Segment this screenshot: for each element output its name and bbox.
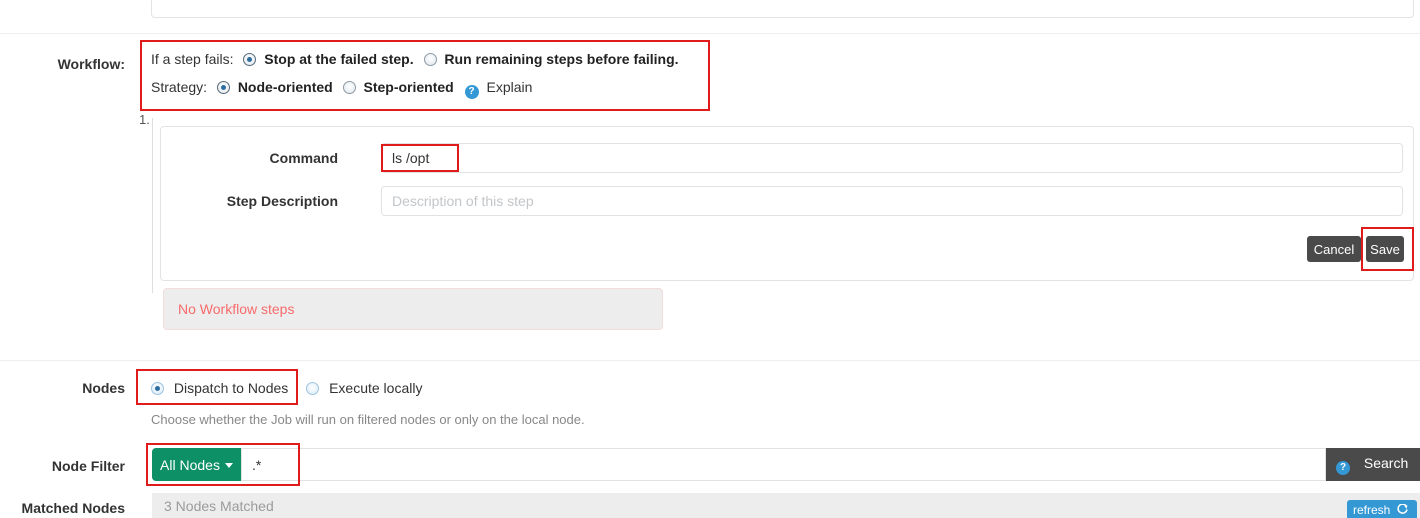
refresh-icon bbox=[1397, 503, 1408, 514]
no-workflow-steps-alert: No Workflow steps bbox=[163, 288, 663, 330]
save-button[interactable]: Save bbox=[1366, 236, 1404, 262]
if-step-fails-row: If a step fails: Stop at the failed step… bbox=[151, 49, 679, 69]
section-divider-nodes bbox=[0, 360, 1420, 361]
command-label: Command bbox=[269, 150, 338, 166]
node-filter-label: Node Filter bbox=[51, 458, 125, 474]
option-run-remaining-steps-label[interactable]: Run remaining steps before failing. bbox=[444, 51, 678, 67]
previous-panel-bottom-edge bbox=[151, 0, 1414, 18]
radio-step-oriented[interactable] bbox=[342, 81, 356, 94]
workflow-label: Workflow: bbox=[57, 56, 125, 72]
section-divider-top bbox=[0, 33, 1420, 34]
radio-node-oriented[interactable] bbox=[216, 81, 230, 94]
option-node-oriented-label[interactable]: Node-oriented bbox=[238, 79, 333, 95]
option-dispatch-to-nodes-label[interactable]: Dispatch to Nodes bbox=[174, 380, 288, 396]
search-help-icon[interactable]: ? bbox=[1336, 460, 1350, 475]
cancel-button[interactable]: Cancel bbox=[1307, 236, 1361, 262]
option-stop-at-failed-step-label[interactable]: Stop at the failed step. bbox=[264, 51, 413, 67]
radio-run-remaining-steps[interactable] bbox=[423, 53, 437, 66]
all-nodes-dropdown-button[interactable]: All Nodes bbox=[152, 448, 241, 481]
radio-dispatch-to-nodes[interactable] bbox=[151, 382, 164, 395]
refresh-button-label: refresh bbox=[1353, 503, 1391, 517]
radio-stop-at-failed-step[interactable] bbox=[243, 53, 257, 66]
all-nodes-dropdown-label: All Nodes bbox=[160, 456, 220, 473]
chevron-down-icon bbox=[224, 462, 233, 468]
refresh-button[interactable]: refresh bbox=[1347, 500, 1417, 518]
radio-execute-locally[interactable] bbox=[306, 382, 320, 395]
nodes-label: Nodes bbox=[82, 380, 125, 396]
matched-nodes-status-field: 3 Nodes Matched bbox=[152, 493, 1420, 518]
node-filter-input[interactable] bbox=[241, 448, 1326, 481]
option-execute-locally-label[interactable]: Execute locally bbox=[329, 380, 422, 396]
step-list-rule bbox=[152, 118, 153, 293]
search-button[interactable]: ? Search bbox=[1326, 448, 1420, 481]
nodes-help-text: Choose whether the Job will run on filte… bbox=[151, 412, 585, 427]
step-description-input[interactable] bbox=[381, 186, 1403, 216]
search-button-label: Search bbox=[1363, 454, 1409, 471]
if-step-fails-label: If a step fails: bbox=[151, 51, 234, 67]
option-step-oriented-label[interactable]: Step-oriented bbox=[363, 79, 453, 95]
nodes-radio-row: Dispatch to Nodes Execute locally bbox=[151, 378, 422, 398]
strategy-row: Strategy: Node-oriented Step-oriented ? … bbox=[151, 77, 532, 99]
step-description-label: Step Description bbox=[226, 193, 338, 209]
explain-help-icon[interactable]: ? bbox=[464, 85, 479, 99]
explain-link[interactable]: Explain bbox=[487, 79, 533, 95]
step-number: 1. bbox=[139, 112, 150, 127]
command-input[interactable] bbox=[381, 143, 1403, 173]
matched-nodes-status: 3 Nodes Matched bbox=[164, 498, 274, 514]
matched-nodes-label: Matched Nodes bbox=[21, 500, 125, 516]
strategy-label: Strategy: bbox=[151, 79, 208, 95]
job-definition-form: Workflow: If a step fails: Stop at the f… bbox=[0, 0, 1420, 518]
